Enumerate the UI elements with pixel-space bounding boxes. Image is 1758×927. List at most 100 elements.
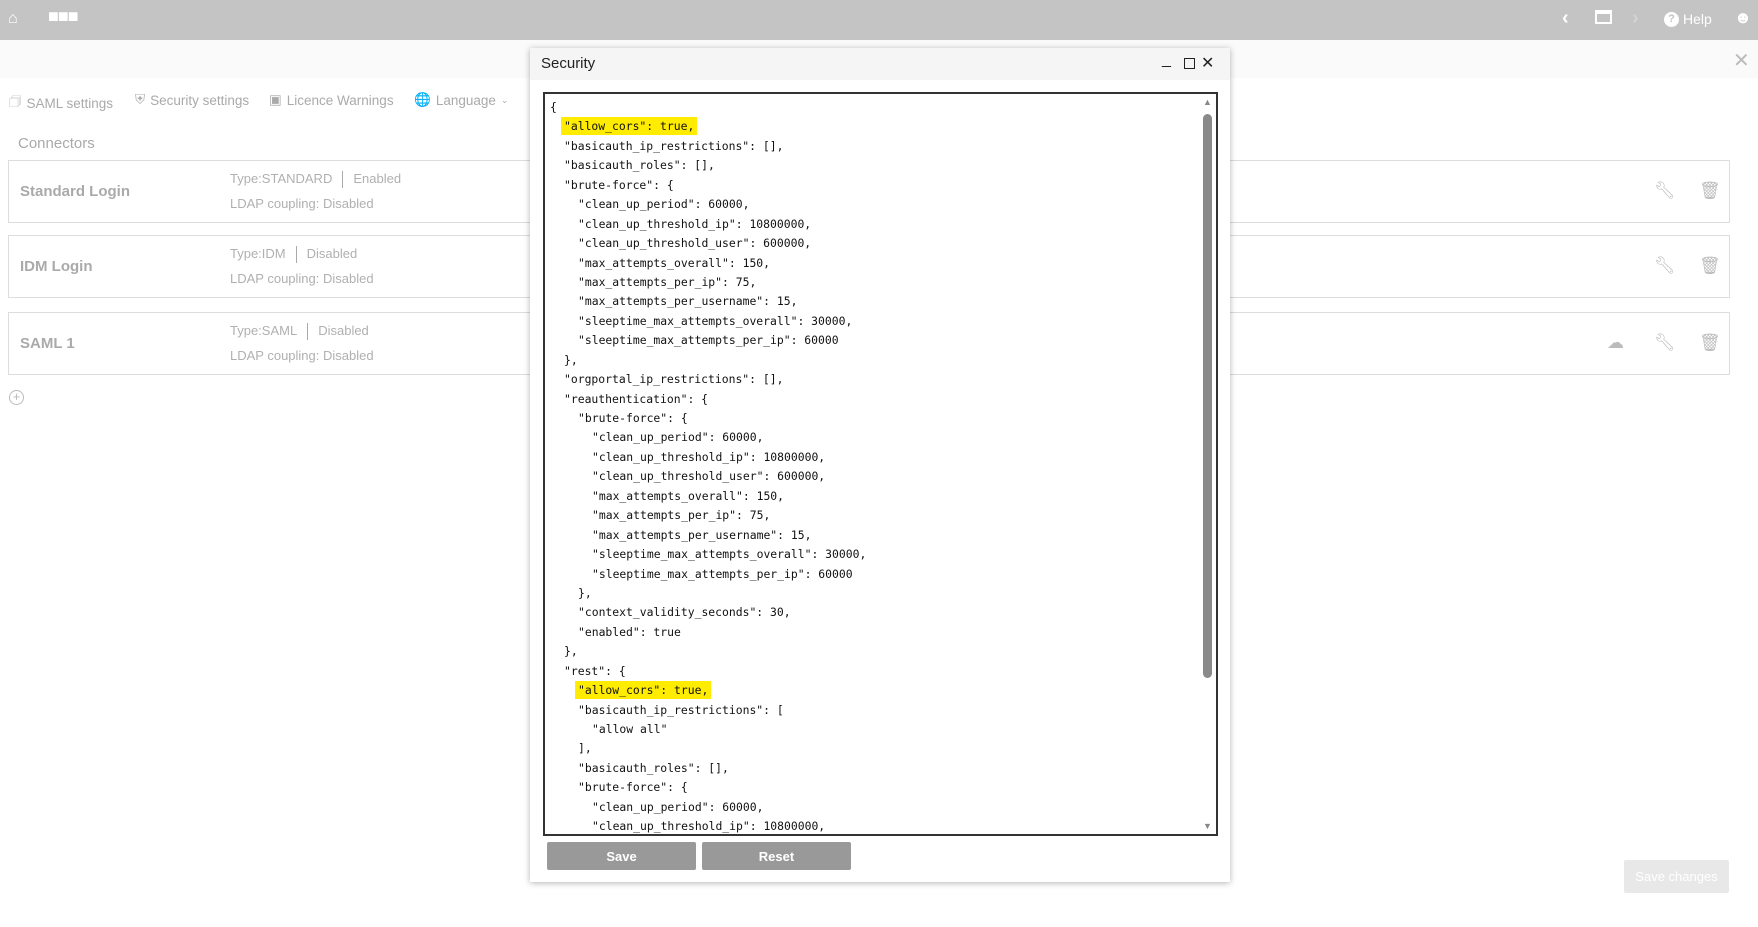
divider: [295, 246, 297, 263]
user-icon[interactable]: ☻: [1734, 8, 1752, 28]
connector-type: Type:IDM: [230, 246, 286, 261]
code-line: "clean_up_threshold_ip": 10800000,: [550, 215, 866, 234]
code-text: "max_attempts_per_username": 15,: [592, 527, 812, 542]
wrench-icon[interactable]: 🔧︎: [1654, 333, 1676, 353]
code-line: "max_attempts_per_ip": 75,: [550, 506, 866, 525]
wrench-icon[interactable]: 🔧︎: [1654, 256, 1676, 276]
scroll-down-icon[interactable]: ▼: [1203, 821, 1212, 831]
wrench-icon[interactable]: 🔧︎: [1654, 181, 1676, 201]
home-icon[interactable]: ⌂: [8, 10, 18, 28]
code-line: },: [550, 351, 866, 370]
code-line: "clean_up_threshold_ip": 10800000,: [550, 448, 866, 467]
code-line: "max_attempts_per_ip": 75,: [550, 273, 866, 292]
trash-icon[interactable]: 🗑︎: [1699, 333, 1721, 353]
code-text: },: [578, 585, 592, 600]
code-line: "clean_up_threshold_user": 600000,: [550, 234, 866, 253]
connector-name: IDM Login: [20, 258, 93, 275]
back-icon[interactable]: ‹: [1562, 7, 1569, 30]
code-line: "sleeptime_max_attempts_per_ip": 60000: [550, 331, 866, 350]
connectors-heading: Connectors: [18, 135, 95, 152]
code-text: "basicauth_roles": [],: [578, 760, 729, 775]
code-line: "basicauth_roles": [],: [550, 156, 866, 175]
tab-security-settings[interactable]: ⛨ Security settings: [135, 92, 249, 108]
tab-saml-settings[interactable]: 🗇 SAML settings: [9, 92, 113, 115]
code-text: "max_attempts_per_ip": 75,: [592, 508, 771, 523]
code-line: "clean_up_period": 60000,: [550, 195, 866, 214]
connector-type: Type:SAML: [230, 323, 298, 338]
code-line: {: [550, 98, 866, 117]
divider: [342, 171, 344, 188]
connector-name: Standard Login: [20, 183, 130, 200]
code-line: "max_attempts_per_username": 15,: [550, 292, 866, 311]
cloud-download-icon[interactable]: ☁: [1607, 333, 1624, 353]
scrollbar-thumb[interactable]: [1203, 114, 1212, 678]
chevron-down-icon: ⌄: [500, 94, 509, 105]
code-text: "rest": {: [564, 663, 626, 678]
code-line: "brute-force": {: [550, 176, 866, 195]
minimize-icon[interactable]: _: [1162, 51, 1171, 69]
window-icon[interactable]: [1595, 10, 1612, 24]
code-text: "basicauth_ip_restrictions": [: [578, 702, 784, 717]
code-line: },: [550, 642, 866, 661]
help-icon: ?: [1664, 11, 1679, 27]
scrollbar[interactable]: ▲ ▼: [1201, 94, 1214, 834]
code-line: "sleeptime_max_attempts_overall": 30000,: [550, 545, 866, 564]
code-text: "brute-force": {: [578, 411, 688, 425]
code-line: "max_attempts_overall": 150,: [550, 254, 866, 273]
code-line: "max_attempts_per_username": 15,: [550, 526, 866, 545]
help-button[interactable]: ? Help: [1664, 11, 1712, 27]
highlighted-text: "allow_cors": true,: [561, 117, 698, 136]
code-line: "clean_up_period": 60000,: [550, 428, 866, 447]
code-line: "allow_cors": true,: [550, 681, 866, 700]
code-line: "enabled": true: [550, 623, 866, 642]
code-line: "brute-force": {: [550, 778, 866, 797]
code-text: },: [564, 644, 578, 659]
scroll-up-icon[interactable]: ▲: [1203, 97, 1212, 107]
json-editor[interactable]: {"allow_cors": true, "basicauth_ip_restri…: [543, 92, 1218, 836]
connector-status: Enabled: [353, 171, 402, 186]
id-card-icon: 🗇: [9, 94, 22, 109]
code-text: "clean_up_threshold_user": 600000,: [592, 469, 826, 484]
dialog-title-bar[interactable]: Security _ ✕: [530, 48, 1230, 80]
reset-button[interactable]: Reset: [702, 842, 851, 870]
dialog-title: Security: [541, 55, 596, 72]
save-changes-button[interactable]: Save changes: [1624, 860, 1729, 893]
more-icon[interactable]: ■■■: [48, 6, 79, 27]
code-text: "max_attempts_per_ip": 75,: [578, 274, 757, 289]
code-line: "clean_up_threshold_user": 600000,: [550, 467, 866, 486]
code-text: "orgportal_ip_restrictions": [],: [564, 372, 784, 387]
code-line: "basicauth_ip_restrictions": [],: [550, 137, 866, 156]
code-line: "clean_up_period": 60000,: [550, 798, 866, 817]
code-text: "enabled": true: [578, 624, 681, 639]
code-line: ],: [550, 739, 866, 758]
add-connector-button[interactable]: +: [9, 390, 24, 405]
close-icon[interactable]: ✕: [1201, 53, 1214, 73]
tab-licence-warnings[interactable]: ▣ Licence Warnings: [269, 92, 394, 108]
code-line: "brute-force": {: [550, 409, 866, 428]
connector-type: Type:STANDARD: [230, 171, 333, 186]
code-text: "clean_up_threshold_user": 600000,: [578, 236, 812, 251]
code-text: "basicauth_roles": [],: [564, 158, 715, 173]
trash-icon[interactable]: 🗑︎: [1699, 256, 1721, 276]
code-text: "sleeptime_max_attempts_overall": 30000,: [578, 313, 853, 328]
trash-icon[interactable]: 🗑︎: [1699, 181, 1721, 201]
code-text: "clean_up_threshold_ip": 10800000,: [592, 819, 826, 834]
code-text: "clean_up_threshold_ip": 10800000,: [592, 449, 826, 464]
code-line: "clean_up_threshold_ip": 10800000,: [550, 817, 866, 834]
ldap-coupling: LDAP coupling: Disabled: [230, 348, 374, 363]
forward-icon[interactable]: ›: [1632, 7, 1639, 30]
code-line: "orgportal_ip_restrictions": [],: [550, 370, 866, 389]
code-line: "sleeptime_max_attempts_overall": 30000,: [550, 312, 866, 331]
maximize-icon[interactable]: [1184, 58, 1195, 69]
security-dialog: Security _ ✕ {"allow_cors": true, "basica…: [530, 48, 1230, 882]
code-text: ],: [578, 741, 592, 756]
close-icon[interactable]: ✕: [1733, 48, 1750, 73]
save-button[interactable]: Save: [547, 842, 696, 870]
code-text: "sleeptime_max_attempts_per_ip": 60000: [578, 333, 839, 348]
code-line: "basicauth_ip_restrictions": [: [550, 701, 866, 720]
code-text: "clean_up_threshold_ip": 10800000,: [578, 216, 812, 231]
code-text: "brute-force": {: [564, 177, 674, 192]
tab-language[interactable]: 🌐 Language ⌄: [414, 92, 508, 108]
code-line: "max_attempts_overall": 150,: [550, 487, 866, 506]
code-line: "rest": {: [550, 662, 866, 681]
